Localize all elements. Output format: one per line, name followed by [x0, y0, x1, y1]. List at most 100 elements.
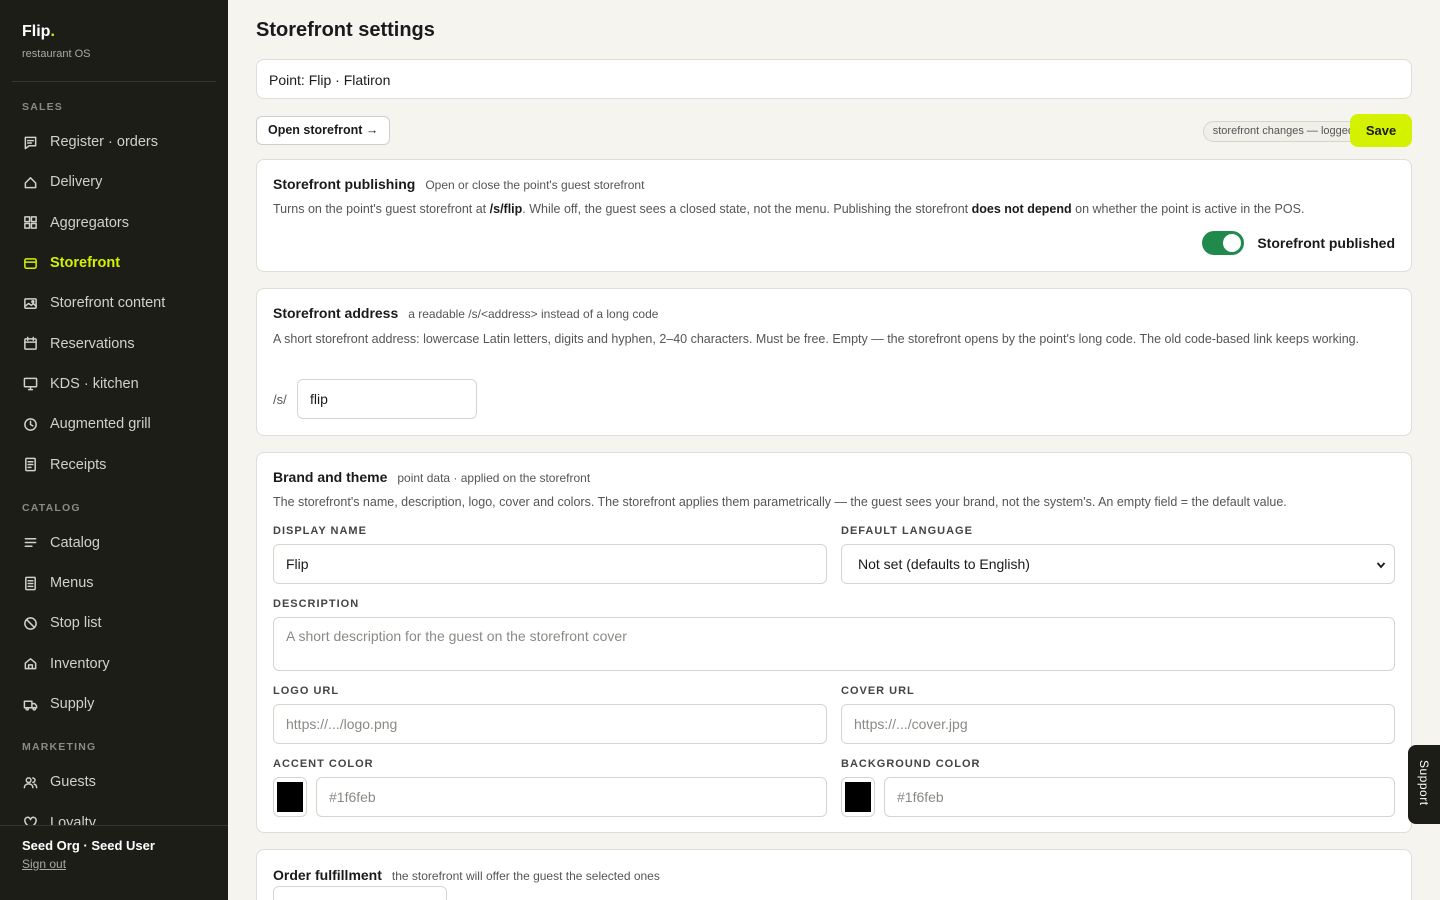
logo-url-label: LOGO URL [273, 685, 340, 697]
card-title: Order fulfillment [273, 867, 382, 883]
publish-toggle[interactable] [1202, 231, 1245, 255]
address-input[interactable]: flip [297, 379, 477, 419]
sidebar-item-label: Storefront [50, 255, 121, 272]
publishing-card: Storefront publishing Open or close the … [256, 159, 1412, 272]
sidebar-item-label: Storefront content [50, 295, 166, 312]
users-icon [22, 774, 38, 790]
nav-section-catalog: CATALOG [22, 501, 81, 514]
sidebar-item-label: Register · orders [50, 134, 158, 151]
storefront-icon [22, 255, 38, 271]
sidebar-item-receipts[interactable]: Receipts [0, 444, 228, 484]
logo-url-input[interactable]: https://.../logo.png [273, 704, 827, 744]
sidebar-item-label: Aggregators [50, 214, 129, 231]
sign-out-link[interactable]: Sign out [22, 857, 66, 871]
sidebar-item-stop-list[interactable]: Stop list [0, 603, 228, 643]
brand-subtitle: restaurant OS [22, 48, 91, 60]
description-textarea[interactable]: A short description for the guest on the… [273, 617, 1395, 671]
display-name-input[interactable]: Flip [273, 544, 827, 584]
divider [12, 81, 216, 82]
address-prefix: /s/ [273, 392, 287, 407]
brand-logo[interactable]: Flip. [22, 23, 55, 40]
card-title: Brand and theme [273, 469, 388, 485]
accent-color-swatch[interactable] [273, 777, 307, 817]
card-description: Turns on the point's guest storefront at… [273, 202, 1305, 216]
sidebar-item-kds-kitchen[interactable]: KDS · kitchen [0, 364, 228, 404]
sidebar: Flip. restaurant OS SALES Register · ord… [0, 0, 228, 900]
accent-color-label: ACCENT COLOR [273, 758, 374, 770]
sidebar-item-augmented-grill[interactable]: Augmented grill [0, 404, 228, 444]
support-label: Support [1417, 760, 1431, 806]
chevron-down-icon [1376, 562, 1386, 569]
sidebar-item-menus[interactable]: Menus [0, 563, 228, 603]
card-title: Storefront address [273, 305, 399, 321]
sidebar-item-reservations[interactable]: Reservations [0, 323, 228, 363]
status-badge: storefront changes — logged [1202, 121, 1364, 142]
sidebar-item-label: Inventory [50, 655, 110, 672]
background-color-input[interactable]: #1f6feb [884, 777, 1395, 817]
publish-toggle-label: Storefront published [1257, 235, 1395, 251]
truck-icon [22, 696, 38, 712]
sidebar-item-loyalty[interactable]: Loyalty [0, 802, 228, 825]
calendar-icon [22, 336, 38, 352]
point-selector[interactable]: Point: Flip · Flatiron [256, 59, 1412, 99]
monitor-icon [22, 376, 38, 392]
open-storefront-button[interactable]: Open storefront → [256, 116, 391, 145]
background-color-swatch[interactable] [841, 777, 875, 817]
ban-icon [22, 615, 38, 631]
fulfillment-option[interactable] [273, 886, 447, 900]
receipt-chat-icon [22, 134, 38, 150]
card-description: A short storefront address: lowercase La… [273, 332, 1360, 346]
sidebar-item-supply[interactable]: Supply [0, 684, 228, 724]
sidebar-item-label: Supply [50, 696, 95, 712]
default-language-label: DEFAULT LANGUAGE [841, 525, 973, 537]
sidebar-item-aggregators[interactable]: Aggregators [0, 203, 228, 243]
home-icon [22, 656, 38, 672]
brand: Flip. restaurant OS [22, 23, 90, 60]
sidebar-footer: Seed Org · Seed User Sign out [0, 825, 228, 900]
cover-url-input[interactable]: https://.../cover.jpg [841, 704, 1395, 744]
sidebar-item-label: Augmented grill [50, 416, 151, 433]
sidebar-item-catalog[interactable]: Catalog [0, 523, 228, 563]
publish-toggle-row: Storefront published [1202, 231, 1395, 255]
background-color-label: BACKGROUND COLOR [841, 758, 981, 770]
description-label: DESCRIPTION [273, 598, 360, 610]
address-card: Storefront address a readable /s/<addres… [256, 288, 1412, 436]
save-button[interactable]: Save [1350, 114, 1412, 147]
fulfillment-card: Order fulfillment the storefront will of… [256, 849, 1412, 900]
card-title: Storefront publishing [273, 176, 416, 192]
menu-book-icon [22, 575, 38, 591]
image-icon [22, 295, 38, 311]
sidebar-item-label: Stop list [50, 615, 102, 632]
user-name: Seed Org · Seed User [22, 838, 155, 853]
heart-icon [22, 815, 38, 825]
sidebar-item-label: Catalog [50, 534, 100, 551]
sidebar-item-inventory[interactable]: Inventory [0, 644, 228, 684]
sidebar-item-delivery[interactable]: Delivery [0, 162, 228, 202]
sidebar-item-storefront[interactable]: Storefront [0, 243, 228, 283]
display-name-label: DISPLAY NAME [273, 525, 367, 537]
sidebar-item-register-orders[interactable]: Register · orders [0, 122, 228, 162]
document-icon [22, 457, 38, 473]
sidebar-item-label: Receipts [50, 456, 107, 473]
nav-section-marketing: MARKETING [22, 741, 97, 754]
default-language-value: Not set (defaults to English) [858, 556, 1030, 572]
sidebar-item-label: Delivery [50, 174, 103, 191]
default-language-select[interactable]: Not set (defaults to English) [841, 544, 1395, 584]
card-subtitle: a readable /s/<address> instead of a lon… [408, 307, 659, 321]
sidebar-item-guests[interactable]: Guests [0, 762, 228, 802]
accent-color-input[interactable]: #1f6feb [316, 777, 827, 817]
sidebar-item-label: Guests [50, 774, 96, 791]
main-content: Storefront settings Point: Flip · Flatir… [228, 0, 1440, 900]
sidebar-nav: SALES Register · orders Delivery Aggrega… [0, 90, 228, 825]
grid-icon [22, 215, 38, 231]
card-description: The storefront's name, description, logo… [273, 495, 1287, 509]
sidebar-item-storefront-content[interactable]: Storefront content [0, 283, 228, 323]
sidebar-item-label: Reservations [50, 335, 135, 352]
card-subtitle: Open or close the point's guest storefro… [425, 178, 645, 192]
card-subtitle: point data · applied on the storefront [397, 471, 591, 485]
page-title: Storefront settings [256, 19, 435, 41]
support-button[interactable]: Support [1408, 745, 1440, 824]
nav-section-sales: SALES [22, 101, 64, 113]
sidebar-item-label: Menus [50, 575, 94, 592]
card-subtitle: the storefront will offer the guest the … [391, 869, 660, 883]
